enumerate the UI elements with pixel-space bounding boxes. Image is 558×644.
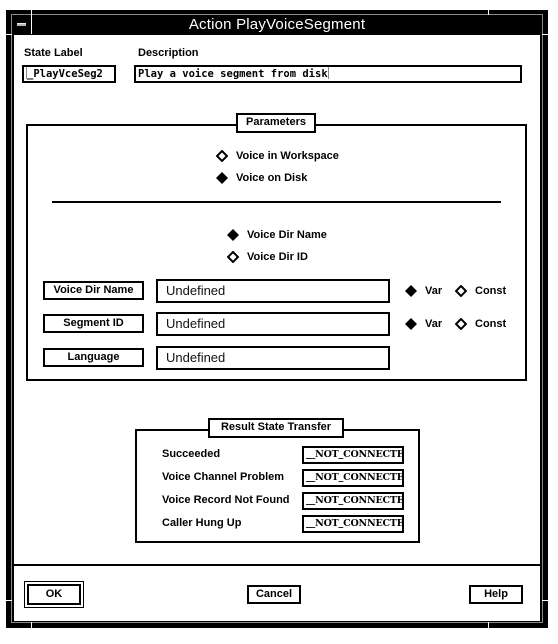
radio-unselected-icon (455, 318, 467, 330)
segment-id-input[interactable]: Undefined (156, 312, 390, 336)
window-title: Action PlayVoiceSegment (188, 16, 366, 33)
succeeded-target-input[interactable]: __NOT_CONNECTED (302, 446, 404, 464)
caller-hung-up-label: Caller Hung Up (162, 517, 242, 529)
voice-channel-problem-target-input[interactable]: __NOT_CONNECTED (302, 469, 404, 487)
voice-dir-name-var-radio[interactable]: Var (405, 285, 442, 297)
window-menu-icon[interactable] (15, 17, 32, 34)
radio-selected-icon (405, 285, 417, 297)
segment-id-var-radio[interactable]: Var (405, 318, 442, 330)
radio-voice-dir-name[interactable]: Voice Dir Name (227, 229, 327, 241)
resize-handle-tick (542, 34, 548, 35)
segment-id-button[interactable]: Segment ID (43, 314, 144, 333)
state-label-input[interactable]: _PlayVceSeg2 (22, 65, 116, 83)
parameters-title: Parameters (236, 113, 316, 133)
caller-hung-up-target-input[interactable]: __NOT_CONNECTED (302, 515, 404, 533)
language-button[interactable]: Language (43, 348, 144, 367)
radio-selected-icon (227, 229, 239, 241)
help-button[interactable]: Help (469, 585, 523, 604)
resize-handle-tick (6, 600, 12, 601)
voice-dir-name-const-radio[interactable]: Const (455, 285, 506, 297)
cancel-button[interactable]: Cancel (247, 585, 301, 604)
result-state-transfer-title: Result State Transfer (208, 418, 344, 438)
state-label-caption: State Label (24, 47, 83, 59)
ok-button[interactable]: OK (27, 584, 81, 605)
description-input[interactable]: Play a voice segment from disk (134, 65, 522, 83)
language-input[interactable]: Undefined (156, 346, 390, 370)
segment-id-const-radio[interactable]: Const (455, 318, 506, 330)
voice-channel-problem-label: Voice Channel Problem (162, 471, 285, 483)
title-bar[interactable]: Action PlayVoiceSegment (12, 15, 542, 34)
description-caption: Description (138, 47, 199, 59)
voice-record-not-found-target-input[interactable]: __NOT_CONNECTED (302, 492, 404, 510)
resize-handle-tick (542, 600, 548, 601)
radio-voice-on-disk[interactable]: Voice on Disk (216, 172, 307, 184)
radio-selected-icon (216, 172, 228, 184)
resize-handle-tick (488, 622, 489, 628)
radio-selected-icon (405, 318, 417, 330)
voice-record-not-found-label: Voice Record Not Found (162, 494, 290, 506)
resize-handle-tick (6, 34, 12, 35)
voice-dir-name-input[interactable]: Undefined (156, 279, 390, 303)
radio-voice-in-workspace[interactable]: Voice in Workspace (216, 150, 339, 162)
radio-unselected-icon (227, 251, 239, 263)
radio-voice-dir-id[interactable]: Voice Dir ID (227, 251, 308, 263)
footer-separator (14, 564, 540, 566)
resize-handle-tick (31, 622, 32, 628)
succeeded-label: Succeeded (162, 448, 221, 460)
resize-handle-tick (488, 10, 489, 15)
text-cursor (327, 67, 329, 79)
radio-unselected-icon (455, 285, 467, 297)
voice-dir-name-button[interactable]: Voice Dir Name (43, 281, 144, 300)
radio-unselected-icon (216, 150, 228, 162)
parameters-separator (52, 201, 501, 203)
resize-handle-tick (31, 10, 32, 34)
